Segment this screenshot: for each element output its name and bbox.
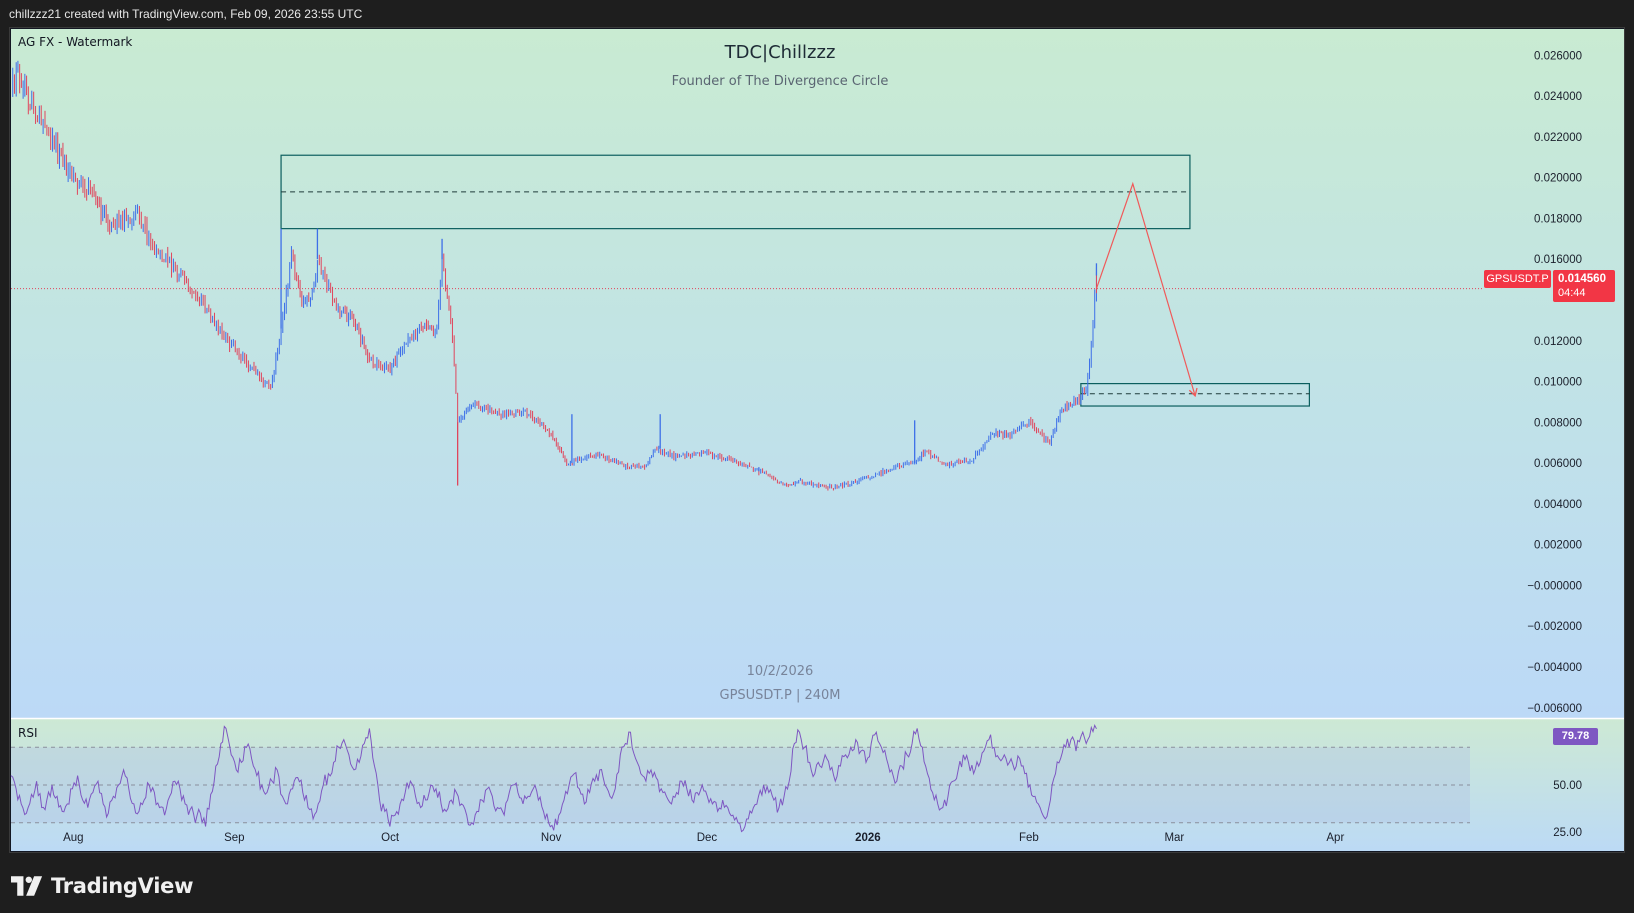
tradingview-footer[interactable]: TradingView (11, 870, 193, 902)
time-axis-label: Dec (697, 832, 718, 844)
rsi-axis-tick: 25.00 (1553, 827, 1582, 839)
price-axis-tick: −0.000000 (1527, 580, 1582, 592)
price-axis-tick: −0.002000 (1527, 621, 1582, 633)
time-axis-label: Mar (1164, 832, 1184, 844)
watermark-title: TDC|Chillzzz (724, 42, 836, 63)
watermark-date: 10/2/2026 (746, 664, 814, 679)
time-axis-label: Oct (381, 832, 400, 844)
price-axis-tick: 0.010000 (1534, 377, 1582, 389)
price-axis-tick: 0.008000 (1534, 417, 1582, 429)
corner-watermark: AG FX - Watermark (18, 35, 133, 49)
last-price-tag[interactable]: 0.014560 04:44 (1553, 270, 1615, 302)
price-axis-tick: 0.006000 (1534, 458, 1582, 470)
rsi-label: RSI (18, 726, 38, 740)
price-axis-tick: −0.004000 (1527, 662, 1582, 674)
symbol-tag-text: GPSUSDT.P (1486, 273, 1549, 285)
price-axis-tick: 0.024000 (1534, 91, 1582, 103)
price-axis-tick: 0.012000 (1534, 336, 1582, 348)
price-axis-tick: 0.018000 (1534, 213, 1582, 225)
watermark-subtitle: Founder of The Divergence Circle (671, 74, 889, 89)
chart-canvas[interactable]: 50.00 25.00 0.026000 0.024000 0.022000 0.020… (0, 0, 1634, 913)
price-pane-bg (11, 29, 1624, 718)
price-axis-tick: 0.022000 (1534, 132, 1582, 144)
price-axis-tick: 0.004000 (1534, 499, 1582, 511)
symbol-tag[interactable]: GPSUSDT.P (1484, 270, 1551, 288)
price-axis-tick: 0.016000 (1534, 254, 1582, 266)
price-axis-tick: 0.020000 (1534, 173, 1582, 185)
last-price-value: 0.014560 (1558, 273, 1606, 285)
countdown-value: 04:44 (1558, 287, 1586, 299)
time-axis-label: Aug (63, 832, 83, 844)
price-axis-tick: 0.026000 (1534, 50, 1582, 62)
tradingview-brand: TradingView (51, 874, 194, 898)
price-axis-tick: −0.006000 (1527, 703, 1582, 715)
rsi-value-tag[interactable]: 79.78 (1553, 728, 1598, 745)
price-axis-tick: 0.002000 (1534, 540, 1582, 552)
rsi-value-text: 79.78 (1561, 730, 1590, 742)
time-axis-label: Feb (1019, 832, 1039, 844)
time-axis-label: 2026 (855, 832, 881, 844)
watermark-symbol: GPSUSDT.P | 240M (719, 688, 841, 703)
rsi-axis-tick: 50.00 (1553, 780, 1582, 792)
time-axis-label: Nov (541, 832, 562, 844)
time-axis-label: Sep (224, 832, 244, 844)
tradingview-logo-icon (11, 876, 43, 896)
time-axis-label: Apr (1326, 832, 1344, 844)
